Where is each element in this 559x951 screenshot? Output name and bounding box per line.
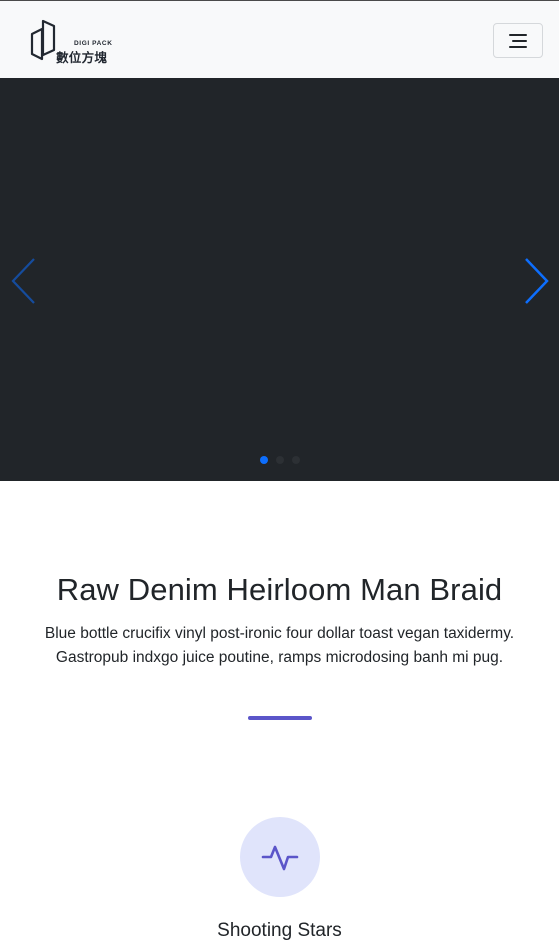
carousel-indicator-1[interactable] <box>259 456 268 464</box>
brand-sub: DIGI PACK <box>74 40 113 47</box>
chevron-left-icon <box>11 258 35 304</box>
navbar-toggler-button[interactable] <box>493 23 543 58</box>
section-divider <box>248 716 312 720</box>
logo-mark-icon <box>30 19 56 61</box>
carousel-indicators <box>0 456 559 466</box>
brand-name: 數位方塊 <box>56 50 108 65</box>
feature-description: Blue bottle crucifix vinyl post-ironic f… <box>44 625 515 666</box>
carousel-next-button[interactable] <box>516 256 556 306</box>
carousel-indicator-2[interactable] <box>275 456 284 464</box>
carousel-prev-button[interactable] <box>4 256 44 306</box>
menu-icon <box>509 34 527 48</box>
carousel-indicator-3[interactable] <box>291 456 300 464</box>
chevron-right-icon <box>525 258 549 304</box>
navbar: DIGI PACK 數位方塊 <box>0 0 559 78</box>
card-title: Shooting Stars <box>217 920 342 941</box>
activity-icon <box>261 845 299 871</box>
feature-icon-circle <box>240 817 320 897</box>
hero-carousel <box>0 78 559 481</box>
feature-title: Raw Denim Heirloom Man Braid <box>56 572 503 607</box>
brand-logo[interactable]: DIGI PACK 數位方塊 <box>30 18 120 65</box>
